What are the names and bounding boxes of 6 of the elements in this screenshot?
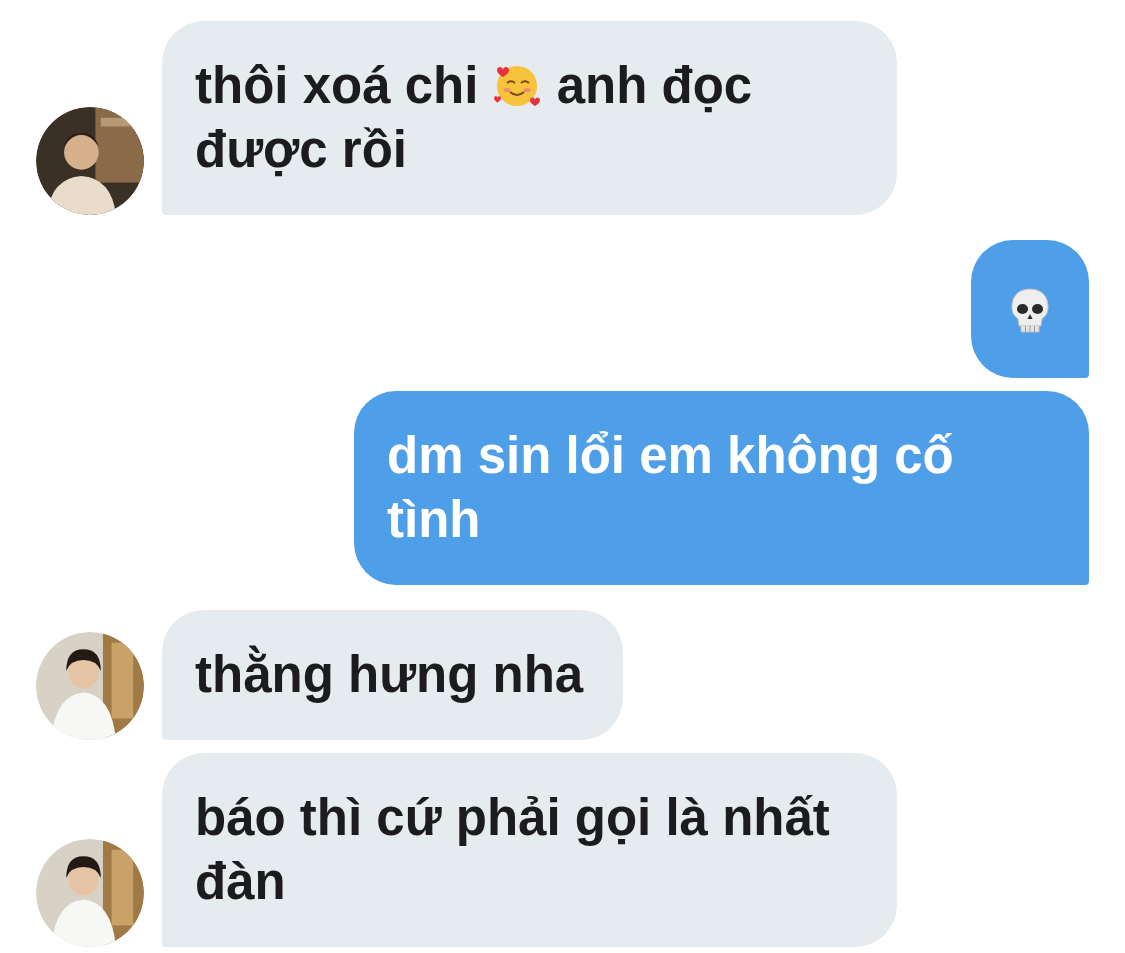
message-text: thằng hưng nha: [195, 646, 584, 703]
message-text: dm sin lổi em không cố tình: [387, 427, 954, 548]
message-text: được rồi: [195, 121, 408, 178]
message-text: báo thì cứ phải gọi là nhất đàn: [195, 789, 830, 910]
message-text: anh đọc: [556, 57, 753, 114]
message-text: thôi xoá chi: [195, 57, 479, 114]
